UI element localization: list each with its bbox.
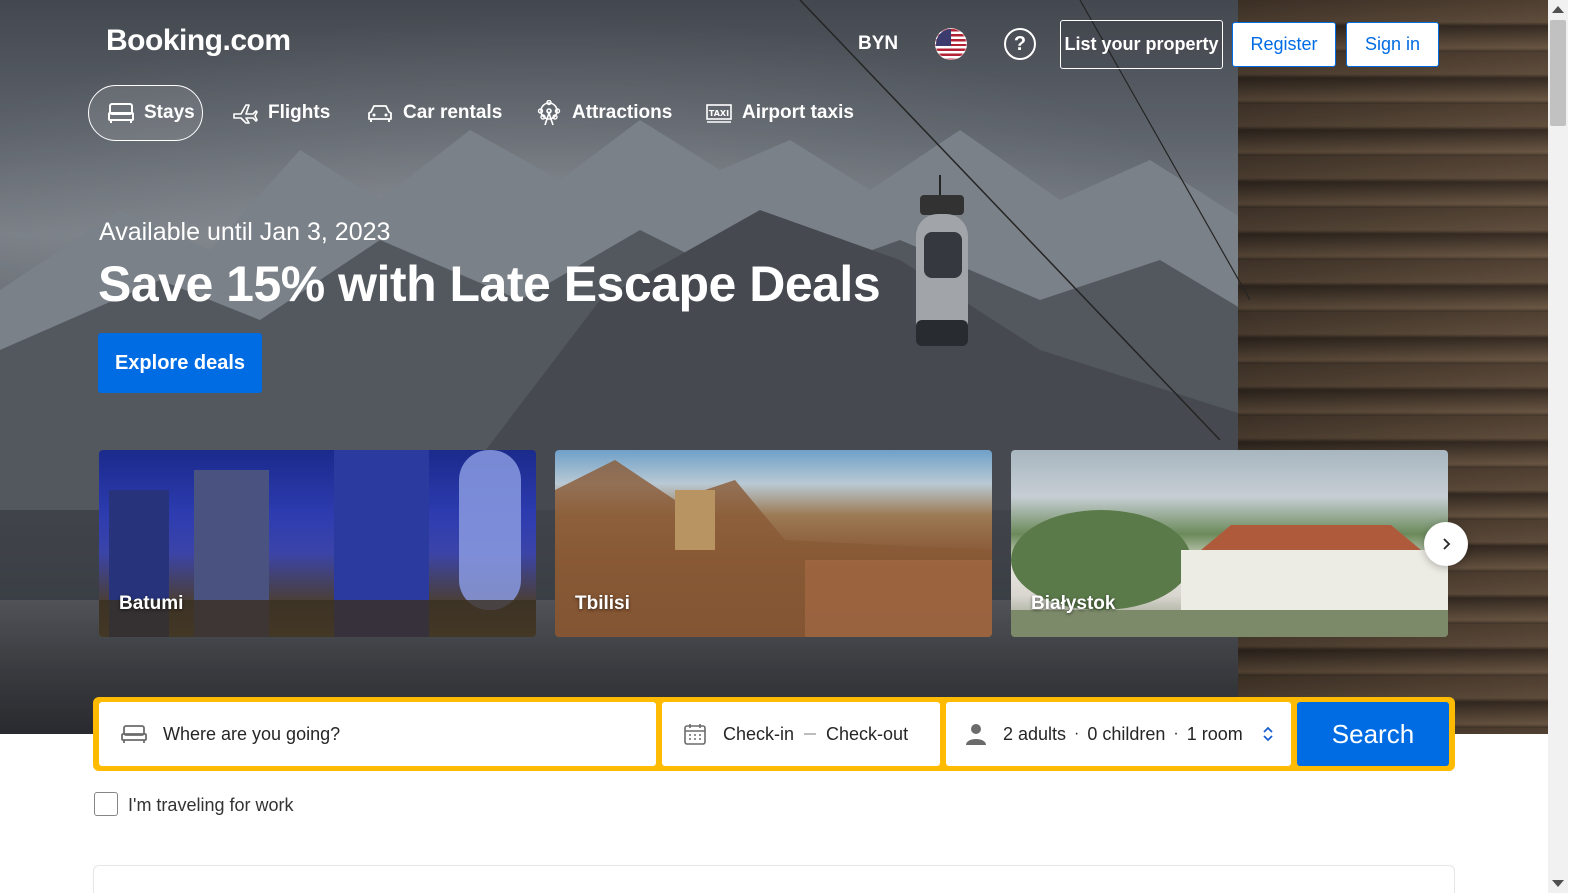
tab-attractions[interactable]: Attractions <box>536 85 672 141</box>
tab-label: Flights <box>268 102 331 123</box>
chevron-up-down-icon <box>1263 726 1273 742</box>
calendar-icon <box>684 724 706 745</box>
tab-flights[interactable]: Flights <box>232 85 330 141</box>
explore-deals-button[interactable]: Explore deals <box>98 333 262 393</box>
date-separator <box>804 733 817 735</box>
destination-card-bialystok[interactable]: Białystok <box>1011 450 1448 637</box>
content-panel-top <box>93 865 1455 893</box>
adults-count: 2 adults <box>1003 723 1067 744</box>
currency-selector[interactable]: BYN <box>858 33 898 55</box>
rooms-count: 1 room <box>1186 723 1243 744</box>
check-in-label[interactable]: Check-in <box>723 724 794 745</box>
sign-in-button[interactable]: Sign in <box>1346 22 1439 67</box>
destination-card-tbilisi[interactable]: Tbilisi <box>555 450 992 637</box>
tab-label: Stays <box>144 102 195 123</box>
search-bar: Where are you going? Check-in Check-out … <box>93 697 1455 771</box>
list-property-button[interactable]: List your property <box>1060 20 1223 69</box>
booking-logo[interactable]: Booking.com <box>106 24 291 58</box>
tab-airport-taxis[interactable]: TAXI Airport taxis <box>706 85 854 141</box>
taxi-icon: TAXI <box>706 104 732 123</box>
work-travel-checkbox[interactable] <box>94 792 118 816</box>
carousel-next-button[interactable] <box>1424 522 1468 566</box>
children-count: 0 children <box>1087 723 1166 744</box>
person-icon <box>966 724 986 745</box>
search-button[interactable]: Search <box>1297 702 1449 766</box>
destination-placeholder: Where are you going? <box>163 723 341 744</box>
work-travel-label[interactable]: I'm traveling for work <box>128 795 293 816</box>
scroll-up-icon[interactable] <box>1552 6 1564 13</box>
tab-car-rentals[interactable]: Car rentals <box>367 85 502 141</box>
date-range-field[interactable]: Check-in Check-out <box>662 702 940 766</box>
occupancy-field[interactable]: 2 adults · 0 children · 1 room <box>946 702 1291 766</box>
scroll-thumb[interactable] <box>1550 20 1566 126</box>
chevron-right-icon <box>1443 538 1451 550</box>
destination-card-batumi[interactable]: Batumi <box>99 450 536 637</box>
scroll-down-icon[interactable] <box>1552 880 1564 887</box>
separator-dot: · <box>1173 725 1179 742</box>
tab-stays[interactable]: Stays <box>88 85 203 141</box>
bed-icon <box>108 103 134 123</box>
destination-name: Batumi <box>119 593 184 614</box>
check-out-label[interactable]: Check-out <box>826 724 908 745</box>
vertical-scrollbar[interactable] <box>1548 0 1568 893</box>
car-icon <box>368 105 392 122</box>
destination-name: Białystok <box>1031 593 1116 614</box>
help-icon[interactable]: ? <box>1004 28 1036 60</box>
tab-label: Car rentals <box>403 102 503 123</box>
plane-icon <box>233 104 258 124</box>
register-button[interactable]: Register <box>1232 22 1336 67</box>
svg-text:TAXI: TAXI <box>709 109 729 118</box>
us-flag-icon[interactable] <box>935 28 967 60</box>
tab-label: Attractions <box>572 102 673 123</box>
bed-icon <box>121 725 147 743</box>
ferris-wheel-icon <box>537 100 561 126</box>
separator-dot: · <box>1074 725 1080 742</box>
tab-label: Airport taxis <box>742 102 854 123</box>
promo-subtitle: Available until Jan 3, 2023 <box>99 218 391 246</box>
promo-title: Save 15% with Late Escape Deals <box>98 256 881 312</box>
destination-field[interactable]: Where are you going? <box>99 702 656 766</box>
destination-name: Tbilisi <box>575 593 630 614</box>
